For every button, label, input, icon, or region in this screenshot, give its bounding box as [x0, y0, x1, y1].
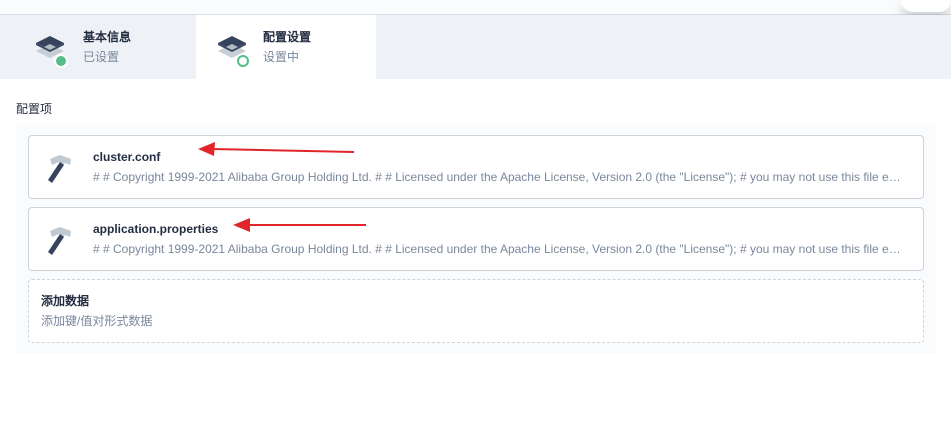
- step-basic-info[interactable]: 基本信息 已设置: [0, 15, 196, 79]
- add-data-description: 添加键/值对形式数据: [41, 314, 153, 328]
- config-items-panel: cluster.conf # # Copyright 1999-2021 Ali…: [16, 123, 936, 354]
- step-done-indicator: [54, 54, 68, 68]
- add-data-title: 添加数据: [41, 294, 90, 308]
- layers-icon: [218, 36, 249, 67]
- hammer-icon: [48, 155, 71, 183]
- config-item-name: application.properties: [93, 222, 219, 236]
- config-items-label: 配置项: [16, 102, 53, 116]
- config-item-content: # # Copyright 1999-2021 Alibaba Group Ho…: [93, 242, 905, 256]
- step-title: 基本信息: [83, 30, 132, 44]
- step-title: 配置设置: [263, 30, 312, 44]
- hammer-icon: [48, 227, 71, 255]
- config-item-card[interactable]: application.properties # # Copyright 199…: [28, 207, 924, 271]
- config-item-card[interactable]: cluster.conf # # Copyright 1999-2021 Ali…: [28, 135, 924, 199]
- step-status: 设置中: [263, 50, 300, 64]
- step-progress-indicator: [237, 55, 249, 67]
- config-item-name: cluster.conf: [93, 150, 161, 164]
- top-bar: [0, 0, 951, 15]
- config-item-content: # # Copyright 1999-2021 Alibaba Group Ho…: [93, 170, 905, 184]
- layers-icon: [36, 36, 68, 68]
- top-bar-shadow: [901, 0, 951, 12]
- step-config-settings[interactable]: 配置设置 设置中: [196, 15, 376, 79]
- steps-bar: 基本信息 已设置 配置设置 设置中: [0, 15, 951, 79]
- step-status: 已设置: [83, 50, 120, 64]
- add-data-button[interactable]: 添加数据 添加键/值对形式数据: [28, 279, 924, 343]
